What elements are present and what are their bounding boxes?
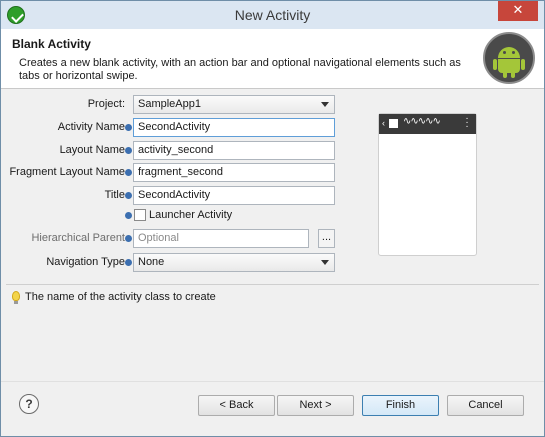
info-icon [125, 124, 132, 131]
wizard-page-title: Blank Activity [12, 37, 91, 51]
fragment-layout-name-label: Fragment Layout Name [9, 166, 125, 178]
title-placeholder-icon: ∿∿∿∿∿ [403, 116, 441, 127]
android-logo-icon [483, 32, 535, 84]
close-button[interactable]: ✕ [498, 1, 538, 21]
project-value: SampleApp1 [138, 98, 201, 110]
wizard-header: Blank Activity Creates a new blank activ… [1, 29, 544, 89]
next-button[interactable]: Next > [277, 395, 354, 416]
project-select[interactable]: SampleApp1 [133, 95, 335, 114]
window-title: New Activity [234, 7, 311, 23]
launcher-activity-label: Launcher Activity [149, 209, 233, 221]
hierarchical-parent-input[interactable]: Optional [133, 229, 309, 248]
layout-name-label: Layout Name [59, 144, 125, 156]
title-bar: New Activity ✕ [1, 1, 544, 29]
info-icon [125, 235, 132, 242]
hint-text: The name of the activity class to create [25, 291, 216, 303]
info-icon [125, 169, 132, 176]
info-icon [125, 259, 132, 266]
divider [1, 381, 544, 382]
hierarchical-parent-label: Hierarchical Parent [31, 232, 125, 244]
back-caret-icon: ‹ [382, 118, 385, 128]
title-input[interactable]: SecondActivity [133, 186, 335, 205]
overflow-menu-icon: · · · [465, 113, 469, 132]
divider [6, 284, 539, 285]
launcher-activity-checkbox[interactable] [134, 209, 146, 221]
help-button[interactable]: ? [19, 394, 39, 414]
finish-button[interactable]: Finish [362, 395, 439, 416]
cancel-button[interactable]: Cancel [447, 395, 524, 416]
back-button[interactable]: < Back [198, 395, 275, 416]
activity-preview: ‹ ∿∿∿∿∿ · · · [378, 113, 477, 256]
lightbulb-icon [12, 291, 20, 301]
navigation-type-value: None [138, 256, 165, 268]
project-label: Project: [87, 98, 125, 110]
navigation-type-select[interactable]: None [133, 253, 335, 272]
info-icon [125, 212, 132, 219]
wizard-page-description: Creates a new blank activity, with an ac… [19, 57, 461, 82]
lightbulb-base [14, 301, 18, 304]
navigation-type-label: Navigation Type [46, 256, 125, 268]
app-icon-placeholder [389, 119, 398, 128]
layout-name-input[interactable]: activity_second [133, 141, 335, 160]
preview-action-bar: ‹ ∿∿∿∿∿ · · · [379, 114, 476, 134]
chevron-down-icon [321, 102, 329, 107]
browse-parent-button[interactable]: ... [318, 229, 335, 248]
chevron-down-icon [321, 260, 329, 265]
title-label: Title [104, 189, 125, 201]
new-activity-dialog: New Activity ✕ Blank Activity Creates a … [0, 0, 545, 437]
activity-name-label: Activity Name [57, 121, 125, 133]
fragment-layout-name-input[interactable]: fragment_second [133, 163, 335, 182]
info-icon [125, 192, 132, 199]
info-icon [125, 147, 132, 154]
activity-name-input[interactable]: SecondActivity [133, 118, 335, 137]
